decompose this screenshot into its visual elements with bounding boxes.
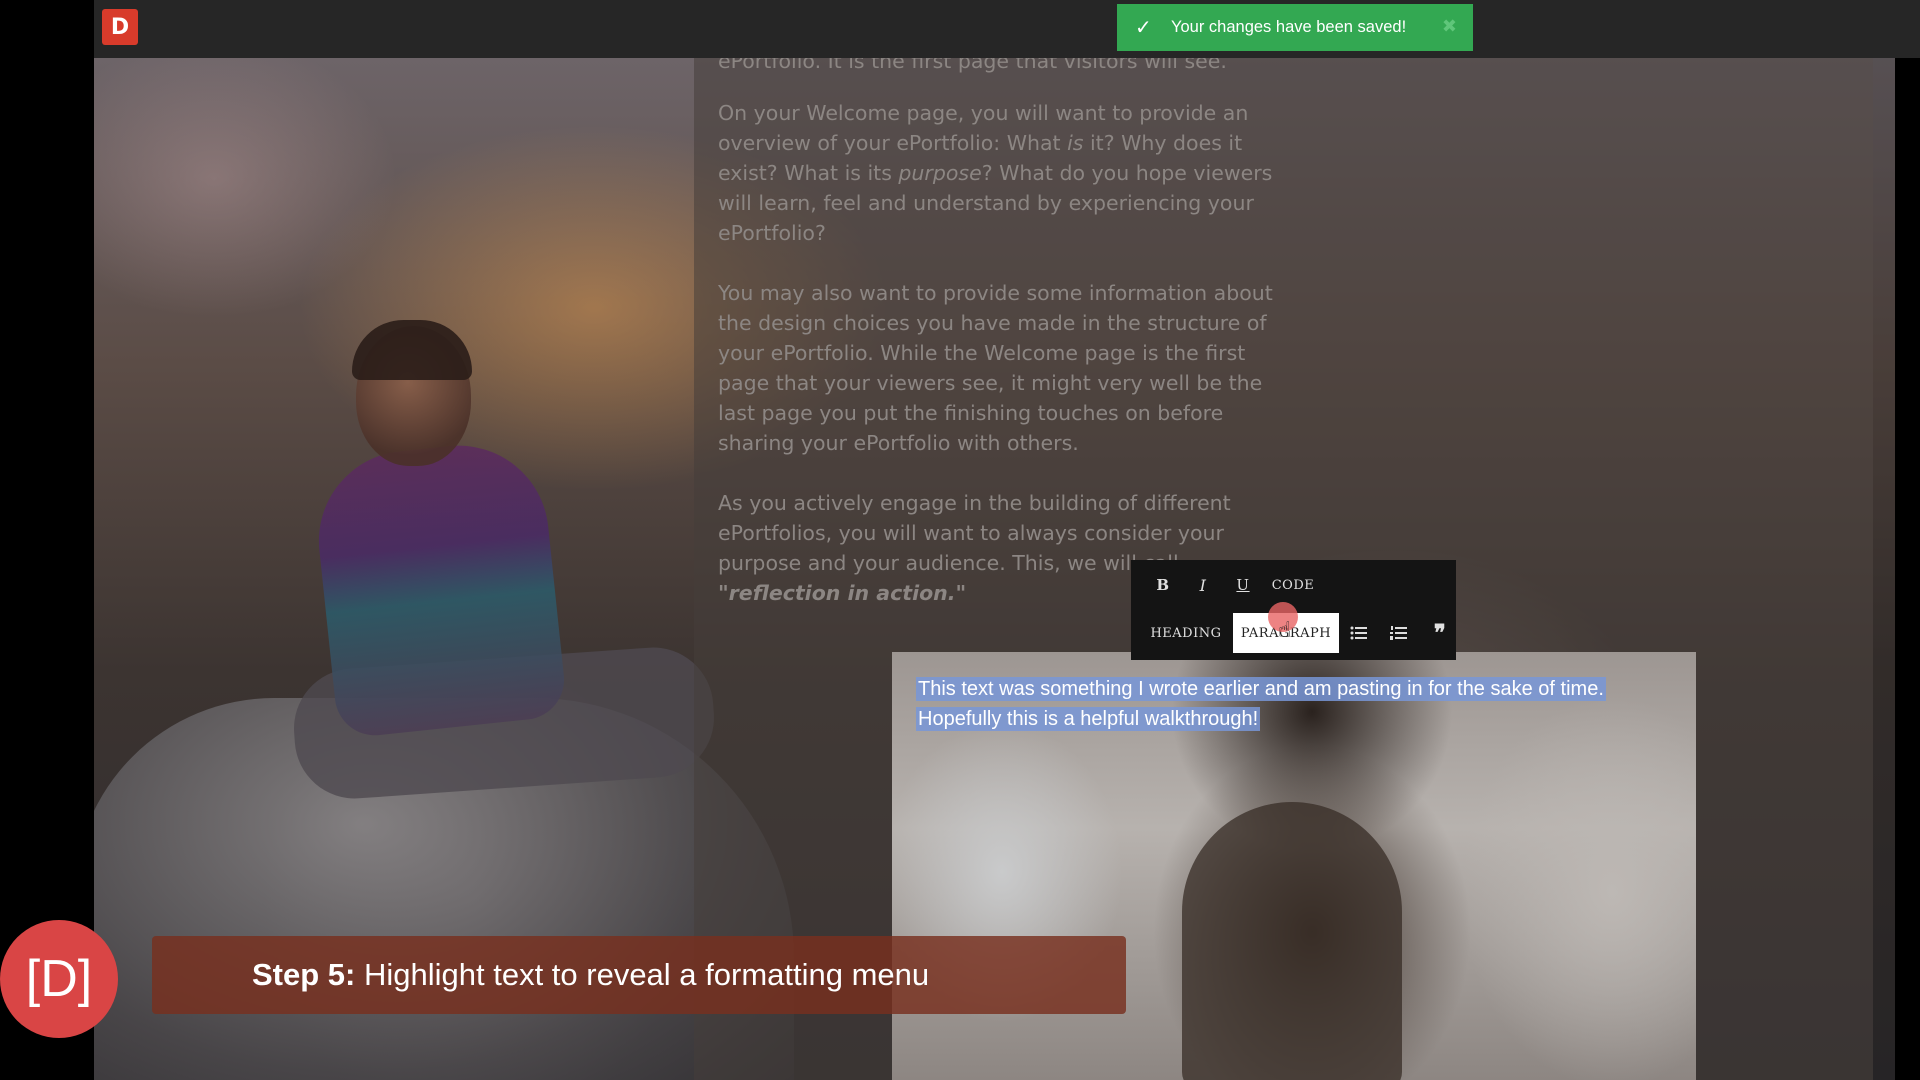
step-caption: Step 5: Highlight text to reveal a forma… [152, 936, 1126, 1014]
brand-badge: [D] [0, 920, 118, 1038]
check-icon: ✓ [1135, 17, 1152, 39]
hand-cursor-icon: ☝ [1278, 618, 1292, 643]
selected-line-1[interactable]: This text was something I wrote earlier … [916, 677, 1606, 701]
close-icon[interactable]: ✖ [1442, 16, 1457, 37]
paragraph-1[interactable]: On your Welcome page, you will want to p… [718, 98, 1278, 248]
caption-text: Highlight text to reveal a formatting me… [355, 957, 930, 992]
bold-button[interactable]: B [1143, 565, 1183, 605]
bullet-list-icon[interactable] [1339, 613, 1379, 653]
paragraph-2[interactable]: You may also want to provide some inform… [718, 278, 1278, 458]
top-bar [94, 0, 1920, 58]
code-button[interactable]: CODE [1263, 565, 1323, 605]
numbered-list-icon[interactable] [1379, 613, 1419, 653]
person-torso [309, 436, 569, 740]
toast-message: Your changes have been saved! [1171, 18, 1407, 36]
underline-button[interactable]: U [1223, 565, 1263, 605]
background-photo: ePortfolio. It is the first page that vi… [94, 58, 1895, 1080]
cut-off-text: ePortfolio. It is the first page that vi… [718, 58, 1227, 73]
person-hair [352, 320, 472, 380]
selected-text[interactable]: This text was something I wrote earlier … [916, 674, 1606, 734]
caption-step: Step 5: [252, 957, 356, 992]
selected-line-2[interactable]: Hopefully this is a helpful walkthrough! [916, 707, 1261, 731]
quote-icon[interactable]: ❞ [1419, 613, 1461, 653]
heading-button[interactable]: HEADING [1131, 613, 1233, 653]
app-logo[interactable]: D [102, 9, 138, 45]
save-toast: ✓ Your changes have been saved! ✖ [1117, 4, 1473, 51]
italic-button[interactable]: I [1183, 565, 1223, 605]
